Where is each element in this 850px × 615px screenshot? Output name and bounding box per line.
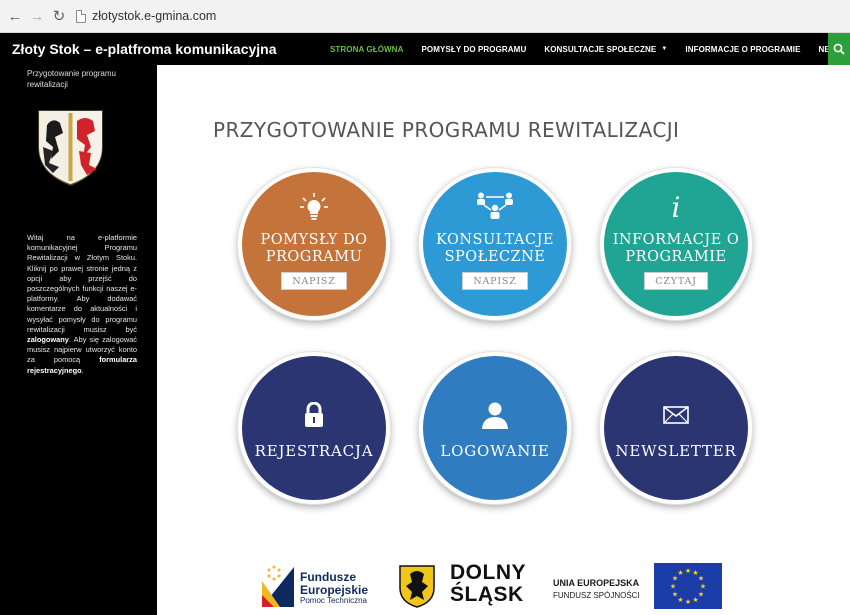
search-icon — [833, 43, 845, 55]
tile-ideas[interactable]: POMYSŁY DO PROGRAMU NAPISZ — [238, 168, 390, 320]
read-information-button[interactable]: CZYTAJ — [644, 272, 708, 290]
svg-text:★: ★ — [677, 569, 683, 577]
site-header: Złoty Stok – e-platfroma komunikacyjna S… — [0, 33, 850, 65]
ue-fund: FUNDUSZ SPÓJNOŚCI — [553, 591, 640, 600]
info-icon: i — [671, 190, 681, 224]
svg-text:★: ★ — [685, 567, 691, 575]
svg-text:★: ★ — [670, 583, 676, 591]
write-idea-button[interactable]: NAPISZ — [281, 272, 347, 290]
tile-consultations-line1: KONSULTACJE — [436, 232, 554, 248]
write-consultation-button[interactable]: NAPISZ — [462, 272, 528, 290]
tile-ideas-line1: POMYSŁY DO — [260, 232, 368, 248]
tile-newsletter-label: NEWSLETTER — [615, 442, 737, 460]
envelope-icon — [663, 400, 689, 430]
fe-line1: Fundusze — [300, 570, 356, 584]
url-text[interactable]: złotystok.e-gmina.com — [92, 9, 216, 23]
eu-flag-icon: ★ ★★★★★★★★★★★ — [654, 563, 722, 609]
menu-label: STRONA GŁÓWNA — [330, 44, 404, 54]
page-icon — [76, 9, 86, 23]
forward-arrow-icon[interactable]: → — [28, 7, 46, 25]
main-menu: STRONA GŁÓWNA POMYSŁY DO PROGRAMU KONSUL… — [330, 33, 850, 65]
ds-line1: DOLNY — [450, 561, 526, 584]
svg-text:★: ★ — [685, 598, 691, 606]
dolny-slask-logo: DOLNY ŚLĄSK — [398, 558, 548, 614]
dolny-slask-text: DOLNY ŚLĄSK — [450, 562, 526, 606]
menu-item-information[interactable]: INFORMACJE O PROGRAMIE — [685, 45, 800, 54]
svg-text:★: ★ — [698, 591, 704, 599]
site-title[interactable]: Złoty Stok – e-platfroma komunikacyjna — [12, 41, 277, 57]
address-bar[interactable]: złotystok.e-gmina.com — [76, 4, 216, 28]
svg-text:★: ★ — [677, 596, 683, 604]
sidebar-intro: Witaj na e-platformie komunikacyjnej Pro… — [27, 233, 137, 376]
tile-information-label: INFORMACJE O PROGRAMIE — [613, 232, 740, 266]
fe-line2: Europejskie — [300, 583, 369, 597]
fundusze-europejskie-logo: Fundusze Europejskie Pomoc Techniczna — [260, 561, 390, 613]
back-arrow-icon[interactable]: ← — [6, 7, 24, 25]
tile-consultations[interactable]: KONSULTACJE SPOŁECZNE NAPISZ — [419, 168, 571, 320]
dolny-slask-crest — [399, 565, 435, 608]
ds-line2: ŚLĄSK — [450, 583, 524, 606]
tile-information-line2: PROGRAMIE — [625, 249, 727, 265]
tile-information-line1: INFORMACJE O — [612, 232, 740, 248]
menu-label: INFORMACJE O PROGRAMIE — [685, 44, 801, 54]
ue-name: UNIA EUROPEJSKA — [553, 578, 640, 588]
fe-sub: Pomoc Techniczna — [300, 596, 367, 605]
tile-information[interactable]: i INFORMACJE O PROGRAMIE CZYTAJ — [600, 168, 752, 320]
sidebar-intro-text: Witaj na e-platformie komunikacyjnej Pro… — [27, 233, 137, 334]
unia-europejska-logo: UNIA EUROPEJSKA FUNDUSZ SPÓJNOŚCI ★ ★ ★ ★ ★ ★… — [553, 563, 728, 613]
tile-consultations-line2: SPOŁECZNE — [444, 249, 546, 265]
user-icon — [481, 400, 509, 430]
menu-label: KONSULTACJE SPOŁECZNE — [544, 44, 657, 54]
svg-text:★: ★ — [692, 596, 698, 604]
tile-registration-label: REJESTRACJA — [254, 442, 374, 460]
people-network-icon — [475, 192, 515, 222]
svg-text:★: ★ — [672, 591, 678, 599]
tile-newsletter[interactable]: NEWSLETTER — [600, 352, 752, 504]
funding-logos: Fundusze Europejskie Pomoc Techniczna DOL… — [258, 553, 728, 615]
logged-in-emphasis: zalogowany — [27, 335, 69, 345]
coat-of-arms-logo — [38, 110, 103, 186]
sidebar: Przygotowanie programu rewitalizacji Wit… — [0, 65, 157, 615]
menu-label: POMYSŁY DO PROGRAMU — [421, 44, 527, 54]
svg-text:★: ★ — [698, 575, 704, 583]
fundusze-europejskie-mark — [260, 561, 296, 611]
tile-ideas-line2: PROGRAMU — [265, 249, 363, 265]
lock-icon — [303, 400, 325, 430]
tile-ideas-label: POMYSŁY DO PROGRAMU — [261, 232, 368, 266]
tile-login-label: LOGOWANIE — [440, 442, 550, 460]
info-glyph: i — [671, 190, 681, 224]
lightbulb-icon — [299, 192, 329, 222]
tile-login[interactable]: LOGOWANIE — [419, 352, 571, 504]
sidebar-intro-text-end: . — [81, 365, 84, 375]
menu-item-home[interactable]: STRONA GŁÓWNA — [330, 45, 403, 54]
fe-name: Fundusze Europejskie — [300, 571, 368, 597]
chevron-down-icon: ▼ — [661, 46, 668, 52]
page-title: PRZYGOTOWANIE PROGRAMU REWITALIZACJI — [213, 118, 680, 142]
sidebar-title: Przygotowanie programu rewitalizacji — [27, 69, 116, 89]
search-button[interactable] — [828, 33, 850, 65]
tile-consultations-label: KONSULTACJE SPOŁECZNE — [436, 232, 554, 266]
tile-registration[interactable]: REJESTRACJA — [238, 352, 390, 504]
menu-item-ideas[interactable]: POMYSŁY DO PROGRAMU — [421, 45, 526, 54]
reload-icon[interactable]: ↻ — [50, 7, 68, 25]
browser-toolbar: ← → ↻ złotystok.e-gmina.com — [0, 0, 850, 33]
menu-item-consultations[interactable]: KONSULTACJE SPOŁECZNE ▼ — [544, 45, 667, 54]
svg-text:★: ★ — [700, 583, 706, 591]
